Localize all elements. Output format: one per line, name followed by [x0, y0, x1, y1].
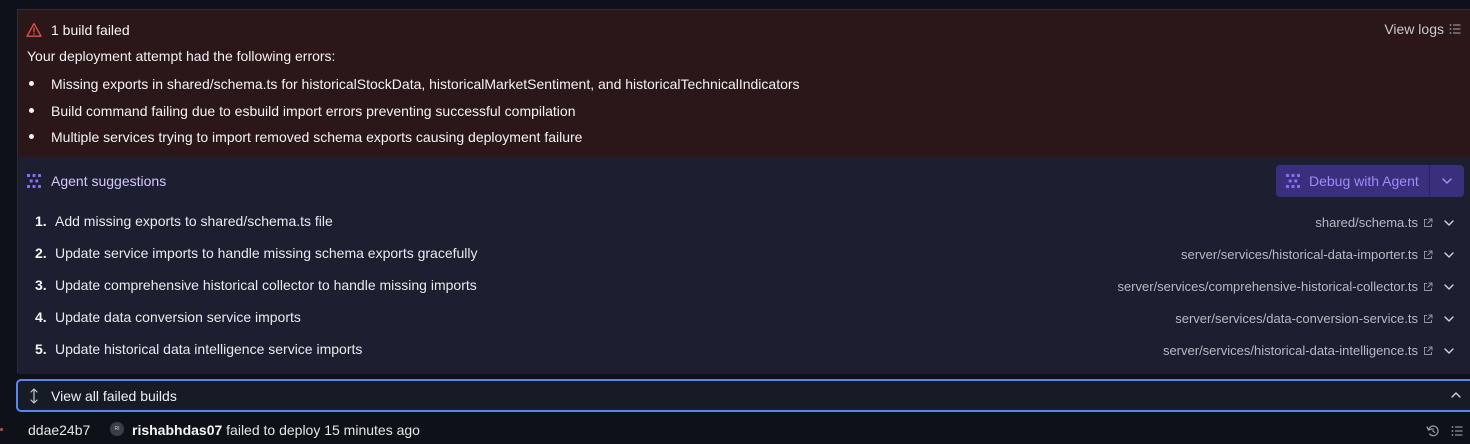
agent-icon — [1286, 174, 1300, 188]
file-path: server/services/historical-data-intellig… — [1162, 343, 1418, 358]
avatar: RI — [110, 422, 124, 436]
chevron-down-icon — [1444, 284, 1454, 290]
suggestion-text: Update data conversion service imports — [55, 309, 301, 325]
suggestion-item[interactable]: 5. Update historical data intelligence s… — [18, 338, 1470, 370]
agent-icon — [27, 174, 41, 188]
deploy-status: rishabhdas07 failed to deploy 15 minutes… — [132, 422, 420, 438]
file-path: server/services/data-conversion-service.… — [1175, 311, 1418, 326]
error-list: Missing exports in shared/schema.ts for … — [29, 76, 800, 156]
expand-suggestion-button[interactable] — [1442, 280, 1456, 294]
file-path: shared/schema.ts — [1315, 215, 1418, 230]
debug-with-agent-button[interactable]: Debug with Agent — [1276, 165, 1464, 197]
external-link-icon — [1424, 282, 1433, 291]
agent-suggestions-panel: Agent suggestions Debug with Agent 1. Ad… — [18, 157, 1470, 374]
chevron-down-icon — [1444, 252, 1454, 258]
error-title-text: 1 build failed — [51, 22, 130, 38]
list-icon — [1449, 24, 1461, 34]
error-item: Multiple services trying to import remov… — [29, 129, 800, 156]
failed-build-card: 1 build failed View logs Your deployment… — [17, 9, 1470, 374]
expand-suggestion-button[interactable] — [1442, 344, 1456, 358]
view-logs-label: View logs — [1384, 21, 1444, 37]
chevron-down-icon — [1444, 316, 1454, 322]
suggestion-text: Update service imports to handle missing… — [55, 245, 478, 261]
suggestion-text: Add missing exports to shared/schema.ts … — [55, 213, 333, 229]
external-link-icon — [1424, 314, 1433, 323]
suggestion-file-link[interactable]: server/services/data-conversion-service.… — [1175, 311, 1433, 326]
suggestion-item[interactable]: 4. Update data conversion service import… — [18, 306, 1470, 338]
chevron-up-icon — [1451, 392, 1461, 398]
chevron-down-icon — [1444, 348, 1454, 354]
redeploy-icon[interactable] — [1426, 424, 1440, 438]
error-title: 1 build failed — [26, 20, 130, 40]
list-icon[interactable] — [1451, 425, 1463, 437]
agent-suggestions-header: Agent suggestions — [26, 173, 166, 189]
suggestion-number: 1. — [35, 213, 47, 229]
username: rishabhdas07 — [132, 422, 223, 438]
suggestion-text: Update comprehensive historical collecto… — [55, 277, 477, 293]
error-item: Missing exports in shared/schema.ts for … — [29, 76, 800, 103]
suggestion-file-link[interactable]: server/services/comprehensive-historical… — [1117, 279, 1433, 294]
external-link-icon — [1424, 218, 1433, 227]
suggestion-item[interactable]: 2. Update service imports to handle miss… — [18, 242, 1470, 274]
error-intro: Your deployment attempt had the followin… — [27, 48, 336, 64]
debug-with-agent-label: Debug with Agent — [1309, 173, 1419, 189]
suggestion-text: Update historical data intelligence serv… — [55, 341, 363, 357]
expand-suggestion-button[interactable] — [1442, 312, 1456, 326]
status-dot — [0, 428, 3, 431]
deployment-row: ddae24b7 RI rishabhdas07 failed to deplo… — [0, 418, 1470, 444]
expand-suggestion-button[interactable] — [1442, 216, 1456, 230]
warning-icon — [26, 22, 42, 37]
error-panel: 1 build failed View logs Your deployment… — [18, 10, 1470, 157]
expand-suggestion-button[interactable] — [1442, 248, 1456, 262]
suggestion-number: 2. — [35, 245, 47, 261]
deploy-status-text: failed to deploy 15 minutes ago — [226, 422, 420, 438]
suggestion-number: 4. — [35, 309, 47, 325]
suggestion-file-link[interactable]: shared/schema.ts — [1315, 215, 1433, 230]
chevron-down-icon — [1444, 220, 1454, 226]
agent-suggestions-title: Agent suggestions — [51, 173, 167, 189]
view-logs-button[interactable]: View logs — [1384, 21, 1461, 37]
file-path: server/services/historical-data-importer… — [1181, 247, 1418, 262]
view-all-label: View all failed builds — [51, 387, 177, 404]
error-item: Build command failing due to esbuild imp… — [29, 103, 800, 130]
commit-hash[interactable]: ddae24b7 — [28, 422, 90, 438]
view-all-failed-builds-button[interactable]: View all failed builds — [16, 379, 1470, 412]
external-link-icon — [1424, 250, 1433, 259]
expand-icon — [30, 387, 38, 404]
chevron-down-icon — [1442, 178, 1452, 184]
suggestion-file-link[interactable]: server/services/historical-data-importer… — [1181, 247, 1433, 262]
debug-options-dropdown[interactable] — [1430, 165, 1464, 197]
suggestion-number: 5. — [35, 341, 47, 357]
file-path: server/services/comprehensive-historical… — [1117, 279, 1418, 294]
suggestion-file-link[interactable]: server/services/historical-data-intellig… — [1163, 343, 1433, 358]
suggestion-item[interactable]: 1. Add missing exports to shared/schema.… — [18, 210, 1470, 242]
external-link-icon — [1424, 346, 1433, 355]
suggestion-number: 3. — [35, 277, 47, 293]
suggestion-item[interactable]: 3. Update comprehensive historical colle… — [18, 274, 1470, 306]
suggestion-list: 1. Add missing exports to shared/schema.… — [18, 210, 1470, 370]
